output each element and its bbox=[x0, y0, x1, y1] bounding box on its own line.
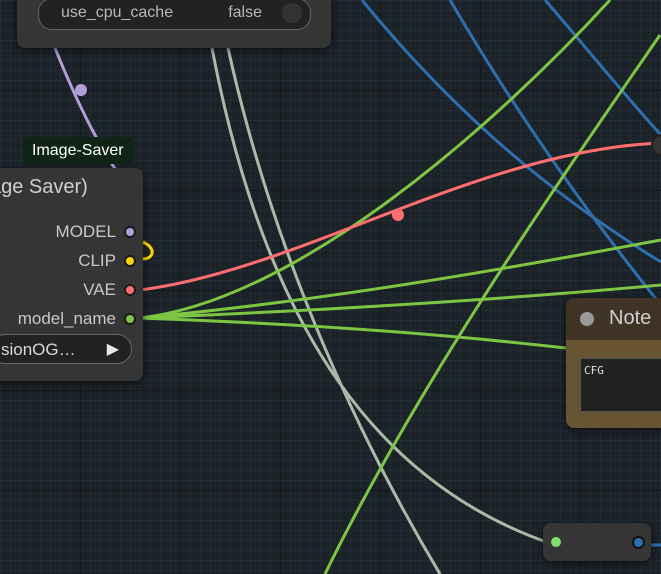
output-label: MODEL bbox=[55, 222, 116, 241]
combo-value: sionOG… bbox=[1, 340, 76, 359]
output-model[interactable]: MODEL bbox=[0, 221, 143, 243]
widget-value: false bbox=[228, 4, 262, 21]
model-output-slot[interactable] bbox=[124, 226, 136, 238]
toggle-indicator bbox=[282, 3, 302, 23]
vae-output-slot[interactable] bbox=[124, 284, 136, 296]
node-badge: Image-Saver bbox=[23, 137, 133, 164]
reroute-node[interactable] bbox=[543, 523, 651, 561]
output-label: model_name bbox=[17, 309, 116, 328]
reroute-output-slot[interactable] bbox=[632, 536, 645, 549]
note-textarea[interactable]: CFG bbox=[580, 358, 661, 412]
blue-link bbox=[360, 0, 661, 264]
top-node[interactable]: use_cpu_cache false bbox=[17, 0, 331, 48]
use-cpu-cache-toggle[interactable]: use_cpu_cache false bbox=[38, 0, 311, 30]
note-title: Note bbox=[609, 307, 652, 329]
output-label: VAE bbox=[83, 280, 116, 299]
model-link-midpoint[interactable] bbox=[75, 84, 87, 96]
model-name-output-slot[interactable] bbox=[124, 313, 136, 325]
note-header[interactable]: Note bbox=[566, 298, 661, 340]
play-arrow-icon[interactable]: ▶ bbox=[107, 339, 119, 359]
reroute-input-slot[interactable] bbox=[551, 537, 561, 547]
model-combo-widget[interactable]: sionOG… ▶ bbox=[0, 334, 132, 364]
blue-link bbox=[543, 0, 661, 137]
note-node[interactable]: Note CFG bbox=[566, 298, 661, 428]
output-label: CLIP bbox=[78, 251, 116, 270]
clip-output-slot[interactable] bbox=[124, 255, 136, 267]
vae-link-midpoint[interactable] bbox=[392, 209, 404, 221]
output-model-name[interactable]: model_name bbox=[0, 308, 143, 330]
image-saver-node[interactable]: age Saver) MODEL CLIP VAE model_name sio… bbox=[0, 168, 143, 381]
output-clip[interactable]: CLIP bbox=[0, 250, 143, 272]
string-link bbox=[139, 316, 567, 350]
output-vae[interactable]: VAE bbox=[0, 279, 143, 301]
collapse-dot-icon[interactable] bbox=[580, 312, 594, 326]
node-title: age Saver) bbox=[0, 176, 88, 198]
widget-label: use_cpu_cache bbox=[61, 4, 174, 21]
